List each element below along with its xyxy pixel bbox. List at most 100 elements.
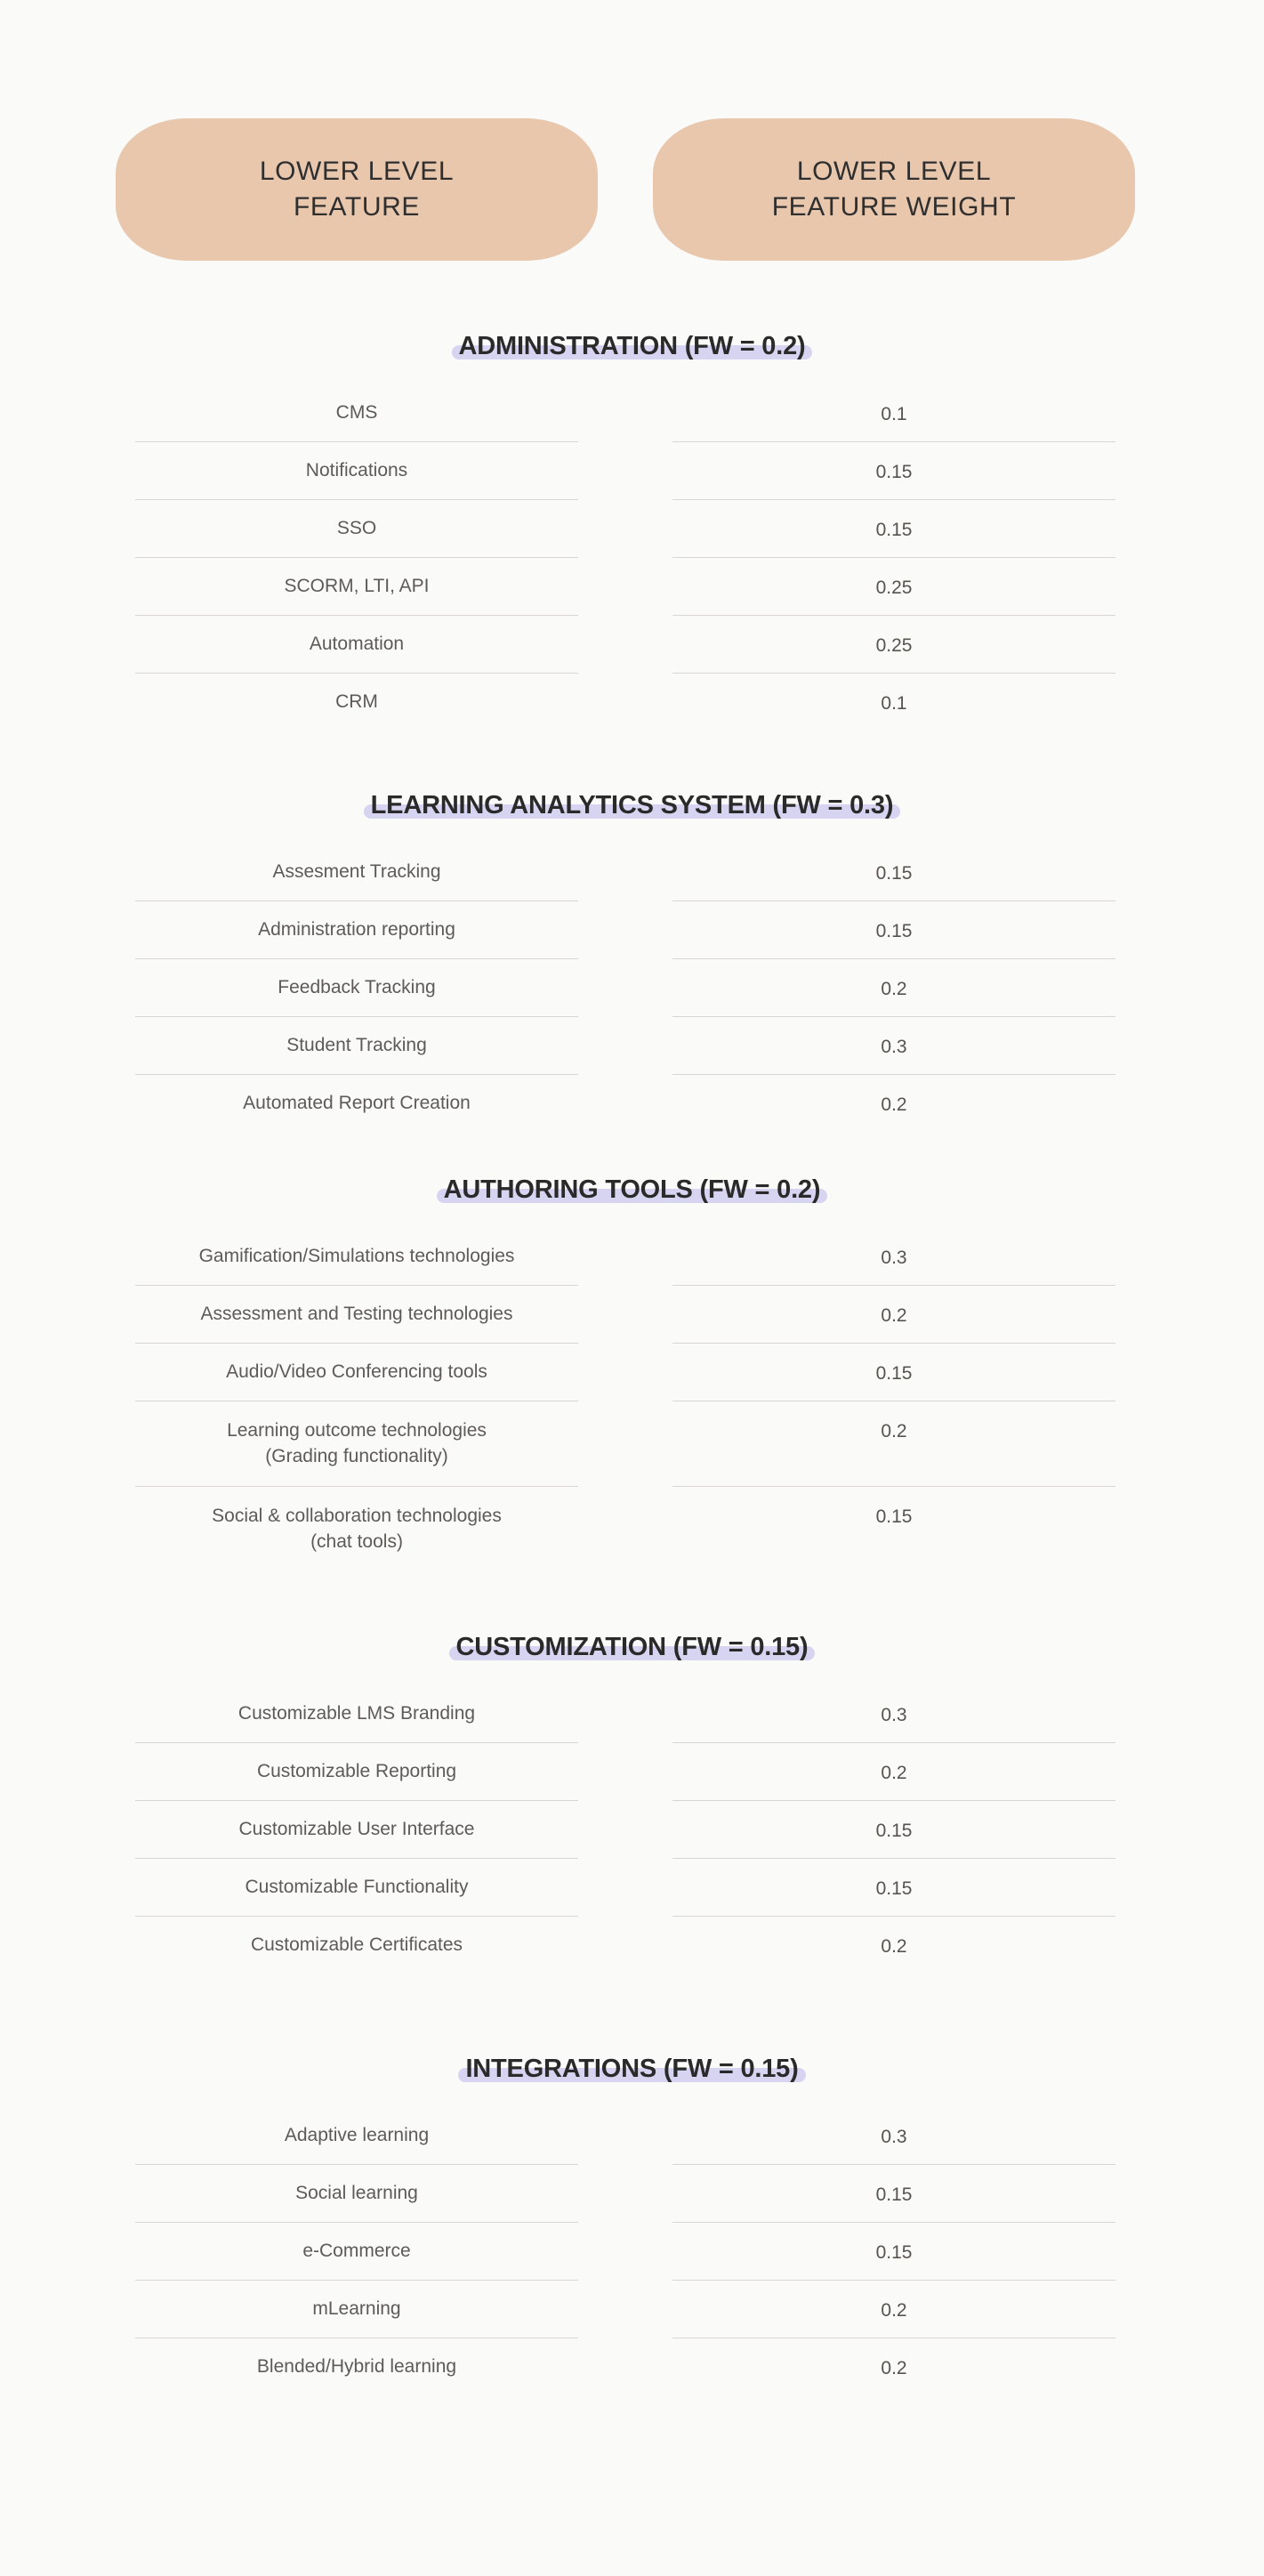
- table-row: CRM 0.1: [116, 674, 1148, 731]
- feature-cell: Automation: [116, 616, 598, 674]
- heading-label: LEARNING ANALYTICS SYSTEM (FW = 0.3): [370, 791, 894, 820]
- feature-label: Gamification/Simulations technologies: [198, 1246, 515, 1267]
- weight-value: 0.15: [875, 863, 913, 884]
- feature-cell: Administration reporting: [116, 901, 598, 959]
- feature-cell: CRM: [116, 674, 598, 731]
- heading-label: CUSTOMIZATION (FW = 0.15): [455, 1633, 809, 1661]
- weight-cell: 0.3: [653, 1017, 1135, 1075]
- feature-label: mLearning: [312, 2298, 401, 2320]
- weight-value: 0.25: [875, 577, 913, 598]
- weight-value: 0.2: [881, 1094, 907, 1115]
- section-learning-analytics-system: LEARNING ANALYTICS SYSTEM (FW = 0.3) Asse…: [0, 771, 1264, 1133]
- weight-cell: 0.2: [653, 1743, 1135, 1801]
- heading-inner: LEARNING ANALYTICS SYSTEM (FW = 0.3): [363, 791, 901, 820]
- section-integrations: INTEGRATIONS (FW = 0.15) Adaptive learnin…: [0, 2034, 1264, 2396]
- weight-cell: 0.15: [653, 500, 1135, 558]
- weight-value: 0.15: [875, 520, 913, 540]
- feature-table-customization: Customizable LMS Branding 0.3 Customizable…: [0, 1685, 1264, 1974]
- feature-cell: Gamification/Simulations technologies: [116, 1228, 598, 1286]
- weight-value: 0.15: [875, 462, 913, 482]
- feature-label: Automation: [309, 634, 405, 655]
- feature-label: Social & collaboration technologies (cha…: [212, 1506, 502, 1552]
- table-row: Customizable Certificates 0.2: [116, 1917, 1148, 1974]
- table-row: Customizable Functionality 0.15: [116, 1859, 1148, 1917]
- weight-cell: 0.1: [653, 674, 1135, 731]
- weight-value: 0.2: [881, 2358, 907, 2378]
- weight-cell: 0.25: [653, 616, 1135, 674]
- feature-label: Adaptive learning: [284, 2125, 430, 2146]
- feature-cell: SSO: [116, 500, 598, 558]
- heading-label: ADMINISTRATION (FW = 0.2): [458, 332, 806, 360]
- table-row: e-Commerce 0.15: [116, 2223, 1148, 2281]
- feature-cell: Feedback Tracking: [116, 959, 598, 1017]
- table-row: CMS 0.1: [116, 384, 1148, 442]
- weight-cell: 0.15: [653, 1487, 1135, 1572]
- heading-label: AUTHORING TOOLS (FW = 0.2): [443, 1175, 821, 1204]
- feature-cell: e-Commerce: [116, 2223, 598, 2281]
- feature-cell: Customizable Functionality: [116, 1859, 598, 1917]
- table-row: Customizable User Interface 0.15: [116, 1801, 1148, 1859]
- weight-cell: 0.2: [653, 959, 1135, 1017]
- weight-value: 0.2: [881, 1305, 907, 1326]
- feature-cell: Automated Report Creation: [116, 1075, 598, 1133]
- weight-value: 0.3: [881, 1705, 907, 1725]
- table-row: Social & collaboration technologies (cha…: [116, 1487, 1148, 1572]
- weight-cell: 0.15: [653, 901, 1135, 959]
- weight-cell: 0.2: [653, 1917, 1135, 1974]
- heading-inner: CUSTOMIZATION (FW = 0.15): [448, 1633, 816, 1662]
- table-row: Learning outcome technologies (Grading f…: [116, 1401, 1148, 1487]
- heading-label: INTEGRATIONS (FW = 0.15): [465, 2055, 799, 2083]
- weight-value: 0.1: [881, 404, 907, 424]
- table-row: Feedback Tracking 0.2: [116, 959, 1148, 1017]
- feature-cell: Assessment and Testing technologies: [116, 1286, 598, 1344]
- weight-cell: 0.3: [653, 2107, 1135, 2165]
- weight-cell: 0.2: [653, 1286, 1135, 1344]
- weight-cell: 0.3: [653, 1228, 1135, 1286]
- table-row: Adaptive learning 0.3: [116, 2107, 1148, 2165]
- table-row: SCORM, LTI, API 0.25: [116, 558, 1148, 616]
- weight-cell: 0.15: [653, 442, 1135, 500]
- weight-cell: 0.15: [653, 1344, 1135, 1401]
- feature-label: Social learning: [295, 2183, 418, 2204]
- feature-cell: SCORM, LTI, API: [116, 558, 598, 616]
- weight-value: 0.2: [881, 1763, 907, 1783]
- feature-cell: Student Tracking: [116, 1017, 598, 1075]
- table-row: Customizable LMS Branding 0.3: [116, 1685, 1148, 1743]
- feature-label: SSO: [336, 518, 377, 539]
- weight-value: 0.2: [881, 979, 907, 999]
- weight-cell: 0.15: [653, 1801, 1135, 1859]
- feature-cell: Customizable Reporting: [116, 1743, 598, 1801]
- feature-label: Customizable LMS Branding: [238, 1703, 476, 1724]
- heading-inner: AUTHORING TOOLS (FW = 0.2): [436, 1175, 828, 1205]
- feature-table-integrations: Adaptive learning 0.3 Social learning 0.15 e…: [0, 2107, 1264, 2396]
- table-row: Administration reporting 0.15: [116, 901, 1148, 959]
- feature-label: CMS: [335, 402, 378, 424]
- weight-value: 0.15: [875, 2242, 913, 2263]
- feature-label: Blended/Hybrid learning: [256, 2356, 457, 2378]
- table-row: Automation 0.25: [116, 616, 1148, 674]
- header-pill-label: LOWER LEVEL FEATURE WEIGHT: [771, 157, 1017, 222]
- weight-cell: 0.25: [653, 558, 1135, 616]
- header-pill-lower-level-feature-weight: LOWER LEVEL FEATURE WEIGHT: [653, 118, 1135, 261]
- section-heading-customization: CUSTOMIZATION (FW = 0.15): [0, 1612, 1264, 1662]
- feature-cell: Assesment Tracking: [116, 844, 598, 901]
- feature-label: Customizable Functionality: [245, 1877, 469, 1898]
- weight-value: 0.1: [881, 693, 907, 714]
- weight-cell: 0.2: [653, 1075, 1135, 1133]
- section-customization: CUSTOMIZATION (FW = 0.15) Customizable LM…: [0, 1612, 1264, 1974]
- feature-label: Notifications: [305, 460, 408, 481]
- weight-value: 0.15: [875, 1506, 913, 1527]
- weight-value: 0.3: [881, 1248, 907, 1268]
- feature-cell: Social learning: [116, 2165, 598, 2223]
- feature-label: Administration reporting: [258, 919, 455, 941]
- weight-cell: 0.15: [653, 2223, 1135, 2281]
- feature-label: Audio/Video Conferencing tools: [226, 1361, 487, 1383]
- feature-cell: Notifications: [116, 442, 598, 500]
- weight-cell: 0.3: [653, 1685, 1135, 1743]
- feature-cell: Social & collaboration technologies (cha…: [116, 1487, 598, 1572]
- column-header-row: LOWER LEVEL FEATURE LOWER LEVEL FEATURE …: [116, 118, 1148, 261]
- table-row: Gamification/Simulations technologies 0.3: [116, 1228, 1148, 1286]
- table-row: Customizable Reporting 0.2: [116, 1743, 1148, 1801]
- weight-value: 0.3: [881, 2127, 907, 2147]
- feature-label: Learning outcome technologies (Grading f…: [227, 1420, 487, 1466]
